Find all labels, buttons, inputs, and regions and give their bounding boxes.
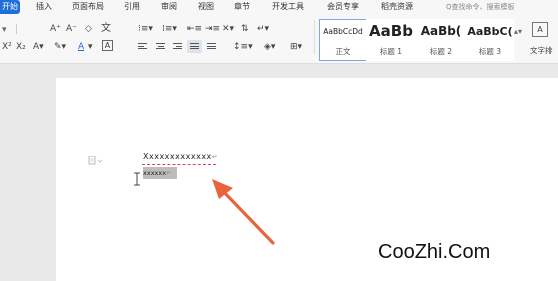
text-layout-icon[interactable]: A	[532, 22, 548, 37]
pinyin-guide-icon[interactable]: 文	[101, 23, 111, 35]
shading-icon[interactable]: ◈▾	[264, 41, 275, 53]
watermark-text: CooZhi.Com	[378, 241, 491, 263]
line-spacing-icon[interactable]: ↕≡▾	[233, 41, 253, 53]
style-name: 标题 1	[379, 47, 403, 56]
style-sample: AaBbC(	[467, 25, 513, 38]
increase-indent-icon[interactable]: ⇥≡	[205, 23, 220, 35]
align-center-icon[interactable]	[156, 43, 165, 51]
clear-format-icon[interactable]: ◇	[85, 23, 92, 35]
style-name: 标题 3	[478, 47, 502, 56]
style-heading-1[interactable]: AaBb 标题 1	[366, 19, 416, 61]
sort-icon[interactable]: ⇅	[241, 23, 249, 35]
style-normal[interactable]: AaBbCcDd 正文	[319, 19, 367, 61]
search-input[interactable]: Q查找命令、搜索模板	[446, 1, 558, 13]
tab-chapter[interactable]: 章节	[234, 0, 250, 14]
numbered-list-icon[interactable]: ⁞≡▾	[162, 23, 177, 35]
show-marks-icon[interactable]: ↵▾	[257, 23, 269, 35]
highlight-icon[interactable]: ✎▾	[54, 41, 66, 53]
divider	[16, 24, 17, 34]
tab-insert[interactable]: 插入	[36, 0, 52, 14]
justify-icon[interactable]	[190, 43, 199, 51]
spellcheck-underline	[142, 163, 216, 165]
selected-text[interactable]: xxxxxx↵	[143, 167, 177, 179]
font-size-dropdown-icon[interactable]: ▾	[2, 24, 7, 36]
style-heading-3[interactable]: AaBbC( 标题 3	[466, 19, 514, 61]
decrease-font-icon[interactable]: A⁻	[66, 23, 77, 35]
style-sample: AaBbCcDd	[323, 27, 363, 36]
divider	[314, 20, 315, 54]
tab-member[interactable]: 会员专享	[327, 0, 359, 14]
align-right-icon[interactable]	[173, 43, 182, 51]
ribbon-toolbar: ▾ A⁺ A⁻ ◇ 文 ⁝≡▾ ⁞≡▾ ⇤≡ ⇥≡ ✕▾ ⇅ ↵▾ X² X₂ …	[0, 14, 558, 64]
distributed-icon[interactable]	[207, 43, 216, 51]
tab-docer-resources[interactable]: 稻壳资源	[381, 0, 413, 14]
pointer-arrow-icon	[212, 179, 275, 245]
tab-view[interactable]: 视图	[198, 0, 214, 14]
tab-home[interactable]: 开始	[0, 0, 20, 14]
text-cursor-icon	[134, 172, 140, 186]
paragraph-mark: ↵	[166, 169, 172, 177]
font-color-icon[interactable]: A	[78, 41, 84, 53]
tab-references[interactable]: 引用	[124, 0, 140, 14]
style-name: 标题 2	[429, 47, 453, 56]
paragraph-mark: ↵	[211, 153, 219, 161]
increase-font-icon[interactable]: A⁺	[50, 23, 61, 35]
tab-review[interactable]: 审阅	[161, 0, 177, 14]
superscript-icon[interactable]: X²	[2, 41, 12, 53]
chinese-layout-icon[interactable]: ✕▾	[222, 23, 234, 35]
style-heading-2[interactable]: AaBb( 标题 2	[416, 19, 466, 61]
style-sample: AaBb	[369, 22, 413, 40]
text-layout-label[interactable]: 文字排	[530, 45, 553, 57]
line-1-text: Xxxxxxxxxxxxx	[143, 152, 212, 161]
decrease-indent-icon[interactable]: ⇤≡	[187, 23, 202, 35]
align-left-icon[interactable]	[138, 43, 147, 51]
document-line-1[interactable]: Xxxxxxxxxxxxx↵	[143, 152, 218, 161]
style-name: 正文	[335, 47, 351, 56]
tab-page-layout[interactable]: 页面布局	[72, 0, 104, 14]
font-color-dropdown-icon[interactable]: ▾	[88, 41, 93, 53]
line-2-text: xxxxxx	[143, 169, 167, 177]
border-icon[interactable]: ⊞▾	[290, 41, 302, 53]
subscript-icon[interactable]: X₂	[16, 41, 26, 53]
char-border-icon[interactable]: A	[102, 40, 113, 51]
text-effect-icon[interactable]: A▾	[33, 41, 44, 53]
paragraph-handle-icon[interactable]	[88, 156, 104, 166]
tab-developer[interactable]: 开发工具	[272, 0, 304, 14]
styles-scroll-icon[interactable]: ▴▾	[514, 26, 522, 38]
menu-bar: 开始 插入 页面布局 引用 审阅 视图 章节 开发工具 会员专享 稻壳资源 Q查…	[0, 0, 558, 14]
style-sample: AaBb(	[420, 24, 462, 38]
bullet-list-icon[interactable]: ⁝≡▾	[138, 23, 153, 35]
